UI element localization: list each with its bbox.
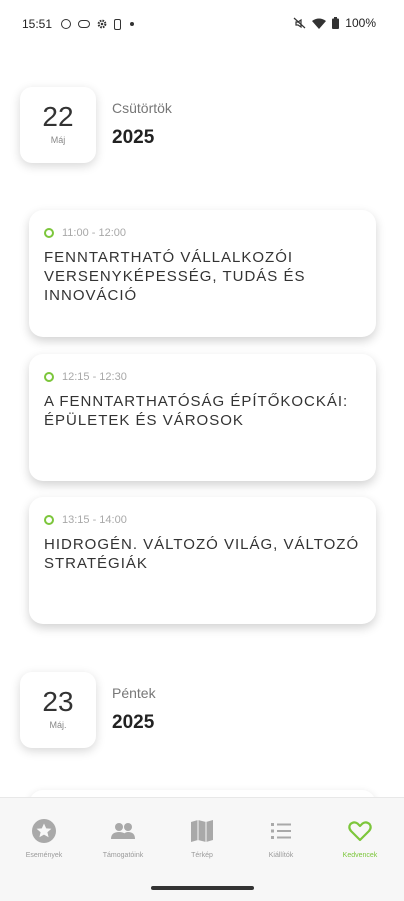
event-title: A FENNTARTHATÓSÁG ÉPÍTŐKOCKÁI: ÉPÜLETEK …	[44, 393, 349, 429]
heart-icon	[348, 821, 372, 842]
nav-label: Támogatóink	[102, 852, 144, 859]
date-box: 23 Máj.	[20, 672, 96, 748]
status-dot-icon	[44, 372, 54, 382]
event-title: HIDROGÉN. VÁLTOZÓ VILÁG, VÁLTOZÓ STRATÉG…	[44, 536, 360, 572]
map-icon	[191, 820, 213, 842]
status-dot-icon	[44, 228, 54, 238]
status-dot-icon	[44, 515, 54, 525]
date-year: 2025	[112, 712, 155, 733]
date-month: Máj.	[49, 720, 67, 730]
nav-item-supporters[interactable]: Támogatóink	[83, 818, 163, 859]
nav-item-exhibitors[interactable]: Kiállítók	[241, 818, 321, 859]
nav-label: Események	[25, 852, 63, 859]
battery-text: 100%	[345, 16, 376, 30]
event-card[interactable]: 13:15 - 14:00 HIDROGÉN. VÁLTOZÓ VILÁG, V…	[29, 497, 376, 624]
date-year: 2025	[112, 127, 155, 148]
event-time: 12:15 - 12:30	[62, 371, 127, 383]
event-time: 13:15 - 14:00	[62, 514, 127, 526]
event-time-row: 13:15 - 14:00	[44, 514, 127, 526]
dot-icon	[130, 22, 135, 26]
date-weekday: Csütörtök	[112, 100, 172, 116]
nav-label: Kiállítók	[268, 852, 294, 859]
circle-icon	[61, 19, 72, 29]
date-header: 22 Máj Csütörtök 2025	[20, 87, 380, 167]
nav-item-events[interactable]: Események	[4, 818, 84, 859]
event-card[interactable]: 11:00 - 12:00 FENNTARTHATÓ VÁLLALKOZÓI V…	[29, 210, 376, 337]
date-day: 22	[42, 101, 74, 132]
event-time-row: 11:00 - 12:00	[44, 227, 126, 239]
date-header: 23 Máj. Péntek 2025	[20, 672, 380, 752]
phone-icon	[114, 18, 122, 30]
nav-item-map[interactable]: Térkép	[162, 818, 242, 859]
nav-label: Térkép	[191, 852, 213, 859]
event-card[interactable]: 12:15 - 12:30 A FENNTARTHATÓSÁG ÉPÍTŐKOC…	[29, 354, 376, 481]
mute-icon	[293, 17, 306, 29]
gear-icon	[97, 19, 107, 29]
key-icon	[78, 20, 91, 28]
home-indicator[interactable]	[151, 886, 254, 890]
event-time: 11:00 - 12:00	[62, 227, 127, 239]
people-icon	[111, 823, 135, 839]
event-time-row: 12:15 - 12:30	[44, 371, 127, 383]
date-box: 22 Máj	[20, 87, 96, 163]
nav-label: Kedvencek	[342, 852, 378, 859]
date-month: Máj	[50, 135, 66, 145]
date-day: 23	[42, 686, 74, 717]
event-title: FENNTARTHATÓ VÁLLALKOZÓI VERSENYKÉPESSÉG…	[44, 249, 306, 304]
status-bar: 15:51 100%	[0, 0, 404, 48]
date-weekday: Péntek	[112, 685, 156, 701]
status-time: 15:51	[22, 17, 53, 31]
status-left: 15:51	[22, 17, 135, 31]
nav-item-favorites[interactable]: Kedvencek	[320, 818, 400, 859]
wifi-icon	[312, 18, 327, 29]
star-icon	[32, 819, 56, 843]
battery-icon	[332, 17, 340, 29]
status-right: 100%	[293, 16, 376, 30]
list-icon	[271, 823, 291, 839]
